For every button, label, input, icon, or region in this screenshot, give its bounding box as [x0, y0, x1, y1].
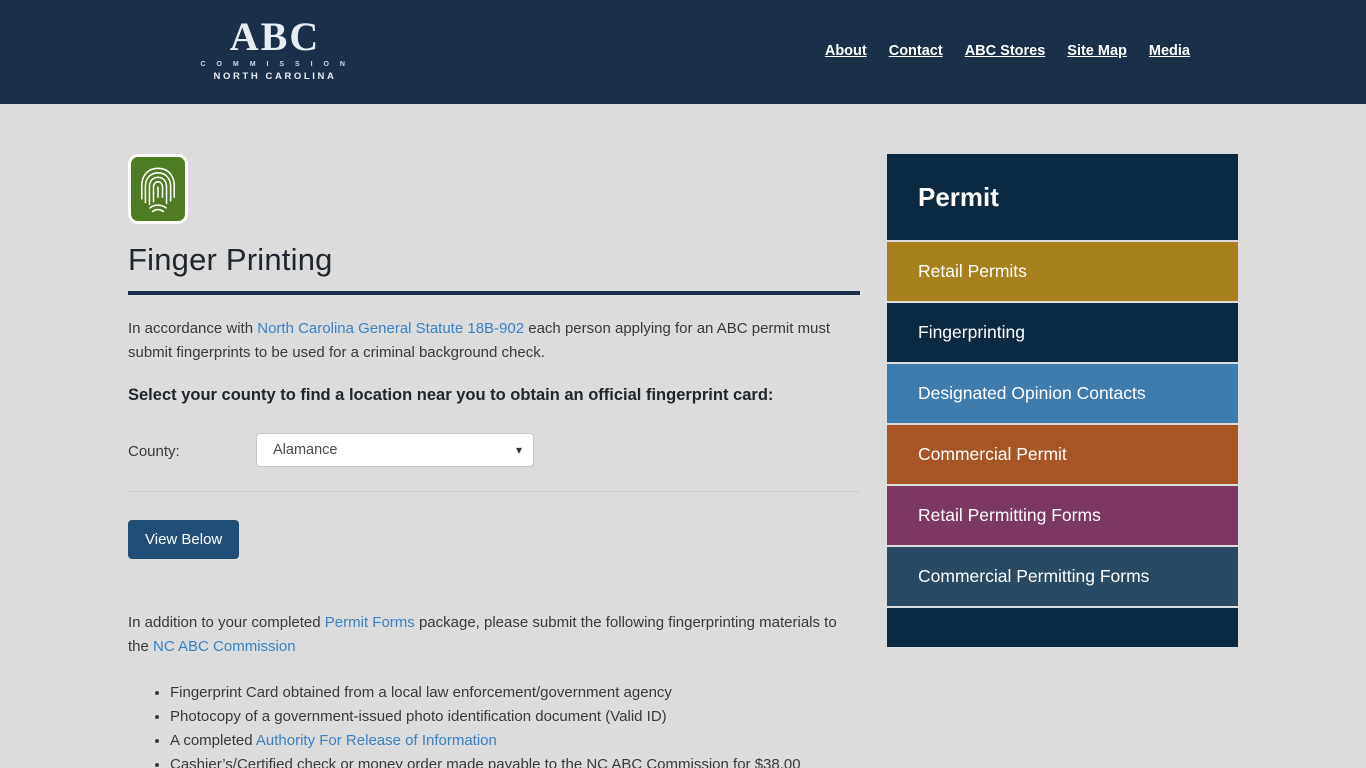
sidebar-item-designated-opinion-contacts[interactable]: Designated Opinion Contacts: [887, 364, 1238, 423]
sidebar-heading: Permit: [887, 154, 1238, 240]
logo-subtitle-commission: C O M M I S S I O N: [200, 61, 350, 68]
county-select[interactable]: Alamance: [256, 433, 534, 467]
list-item: Fingerprint Card obtained from a local l…: [170, 681, 860, 705]
view-below-button[interactable]: View Below: [128, 520, 240, 559]
logo-wordmark: ABC: [229, 14, 321, 59]
permit-sidebar: Permit Retail Permits Fingerprinting Des…: [887, 154, 1238, 647]
sidebar-item-retail-permits[interactable]: Retail Permits: [887, 242, 1238, 301]
nav-link-media[interactable]: Media: [1149, 43, 1190, 59]
permit-forms-link[interactable]: Permit Forms: [325, 614, 415, 631]
sidebar-item-fingerprinting[interactable]: Fingerprinting: [887, 303, 1238, 362]
statute-link[interactable]: North Carolina General Statute 18B-902: [257, 320, 524, 337]
main-content: Finger Printing In accordance with North…: [128, 154, 860, 768]
material-text: A completed: [170, 732, 256, 749]
county-instruction: Select your county to find a location ne…: [128, 386, 774, 404]
county-select-wrapper: Alamance ▾: [256, 433, 534, 467]
material-text: Fingerprint Card obtained from a local l…: [170, 684, 672, 701]
logo-subtitle-state: NORTH CAROLINA: [213, 71, 337, 82]
nav-link-contact[interactable]: Contact: [889, 43, 943, 59]
sidebar-item-commercial-permitting-forms[interactable]: Commercial Permitting Forms: [887, 547, 1238, 606]
sidebar-item-retail-permitting-forms[interactable]: Retail Permitting Forms: [887, 486, 1238, 545]
fingerprint-icon: [128, 154, 188, 224]
closing-text-before: In addition to your completed: [128, 614, 325, 631]
materials-list: Fingerprint Card obtained from a local l…: [128, 681, 860, 768]
material-text: Cashier’s/Certified check or money order…: [170, 756, 801, 768]
material-text: Photocopy of a government-issued photo i…: [170, 708, 667, 725]
county-form-row: County: Alamance ▾: [128, 433, 860, 492]
sidebar-footer-block: [887, 608, 1238, 647]
primary-navigation: About Contact ABC Stores Site Map Media: [825, 43, 1190, 59]
nav-link-about[interactable]: About: [825, 43, 867, 59]
nav-link-site-map[interactable]: Site Map: [1067, 43, 1127, 59]
list-item: Cashier’s/Certified check or money order…: [170, 753, 860, 768]
county-label: County:: [128, 442, 180, 460]
intro-text-before: In accordance with: [128, 320, 258, 337]
nav-link-abc-stores[interactable]: ABC Stores: [965, 43, 1046, 59]
closing-paragraph: In addition to your completed Permit For…: [128, 611, 860, 659]
site-header: ABC C O M M I S S I O N NORTH CAROLINA A…: [0, 0, 1366, 104]
list-item: Photocopy of a government-issued photo i…: [170, 705, 860, 729]
authority-release-link[interactable]: Authority For Release of Information: [256, 732, 497, 749]
abc-logo[interactable]: ABC C O M M I S S I O N NORTH CAROLINA: [165, 14, 385, 83]
sidebar-item-commercial-permit[interactable]: Commercial Permit: [887, 425, 1238, 484]
nc-abc-commission-link[interactable]: NC ABC Commission: [153, 638, 296, 655]
title-divider: [128, 291, 860, 295]
list-item: A completed Authority For Release of Inf…: [170, 729, 860, 753]
page-title: Finger Printing: [128, 242, 333, 277]
page-body: Finger Printing In accordance with North…: [0, 104, 1366, 768]
closing-section: In addition to your completed Permit For…: [128, 611, 860, 768]
intro-paragraph: In accordance with North Carolina Genera…: [128, 317, 860, 365]
